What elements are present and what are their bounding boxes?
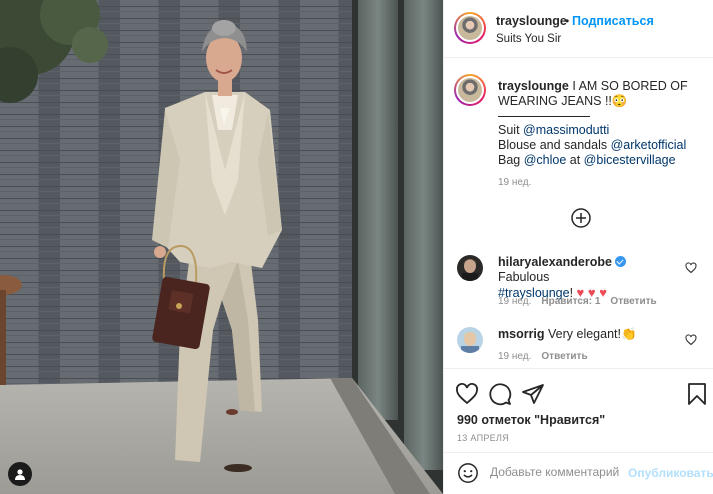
- credit-suit: Suit @massimodutti: [498, 123, 686, 138]
- caption-avatar[interactable]: [454, 74, 486, 106]
- credit-blouse: Blouse and sandals @arketofficial: [498, 138, 686, 153]
- mention-chloe[interactable]: @chloe: [524, 153, 567, 167]
- user-tag-icon: [15, 469, 25, 480]
- mention-massimodutti[interactable]: @massimodutti: [523, 123, 609, 137]
- commenter-avatar[interactable]: [457, 327, 483, 353]
- post-location[interactable]: Suits You Sir: [496, 33, 561, 45]
- comment-meta: 19 нед. Нравится: 1 Ответить: [498, 296, 667, 307]
- mention-arketofficial[interactable]: @arketofficial: [611, 138, 687, 152]
- comment-time[interactable]: 19 нед.: [498, 351, 531, 362]
- mention-bicestervillage[interactable]: @bicestervillage: [584, 153, 676, 167]
- author-username[interactable]: trayslounge: [496, 14, 567, 28]
- caption-text: trayslounge I AM SO BORED OF WEARING JEA…: [498, 79, 708, 109]
- clap-emoji: 👏: [621, 327, 637, 341]
- credit-bag-label: Bag: [498, 153, 524, 167]
- caption-credits: Suit @massimodutti Blouse and sandals @a…: [498, 123, 686, 168]
- avatar-photo: [457, 327, 483, 353]
- caption-line2: WEARING JEANS !!: [498, 94, 612, 108]
- comment-message: Fabulous: [498, 270, 550, 284]
- publish-button[interactable]: Опубликовать: [628, 466, 713, 480]
- comment-icon[interactable]: [488, 382, 512, 406]
- reply-button[interactable]: Ответить: [610, 296, 656, 307]
- follow-button[interactable]: Подписаться: [572, 14, 654, 28]
- credit-bag-at: at: [566, 153, 584, 167]
- author-avatar[interactable]: [454, 12, 486, 44]
- credit-suit-label: Suit: [498, 123, 524, 137]
- fashion-photo-illustration: [0, 0, 443, 494]
- commenter-avatar[interactable]: [457, 255, 483, 281]
- user-tag-button[interactable]: [8, 462, 32, 486]
- caption-divider: [498, 116, 590, 117]
- verified-badge-icon: [615, 256, 627, 267]
- comment-text: hilaryalexanderobe Fabulous #trayslounge…: [498, 255, 678, 301]
- reply-button[interactable]: Ответить: [541, 351, 587, 362]
- avatar-photo: [457, 255, 483, 281]
- bookmark-icon[interactable]: [685, 382, 709, 406]
- comment-username[interactable]: hilaryalexanderobe: [498, 255, 612, 269]
- comment-text: msorrig Very elegant!👏: [498, 327, 678, 342]
- post-photo[interactable]: [0, 0, 443, 494]
- post-date[interactable]: 13 АПРЕЛЯ: [457, 433, 509, 443]
- comment-message: Very elegant!: [544, 327, 621, 341]
- post-details-panel: trayslounge • Подписаться Suits You Sir …: [443, 0, 713, 494]
- emoji-icon[interactable]: [457, 462, 479, 484]
- caption-time[interactable]: 19 нед.: [498, 177, 531, 188]
- comment-meta: 19 нед. Ответить: [498, 351, 598, 362]
- post-header: trayslounge • Подписаться Suits You Sir: [444, 0, 713, 58]
- add-comment-bar: Опубликовать: [444, 452, 713, 494]
- instagram-post-dialog: trayslounge • Подписаться Suits You Sir …: [0, 0, 713, 494]
- separator-dot: •: [565, 14, 570, 28]
- credit-blouse-label: Blouse and sandals: [498, 138, 611, 152]
- plus-circle-icon[interactable]: [571, 208, 591, 228]
- comment-like-heart-icon[interactable]: [685, 262, 697, 274]
- flushed-emoji: 😳: [611, 94, 628, 108]
- caption-username[interactable]: trayslounge: [498, 79, 569, 93]
- caption-line1: I AM SO BORED OF: [568, 79, 688, 93]
- share-icon[interactable]: [521, 382, 545, 406]
- comment-likes[interactable]: Нравится: 1: [541, 296, 600, 307]
- credit-bag: Bag @chloe at @bicestervillage: [498, 153, 686, 168]
- comment-input[interactable]: [490, 465, 620, 479]
- likes-count[interactable]: 990 отметок "Нравится": [457, 413, 605, 427]
- comment-like-heart-icon[interactable]: [685, 334, 697, 346]
- comment-username[interactable]: msorrig: [498, 327, 545, 341]
- heart-icon[interactable]: [455, 382, 479, 406]
- comment-time[interactable]: 19 нед.: [498, 296, 531, 307]
